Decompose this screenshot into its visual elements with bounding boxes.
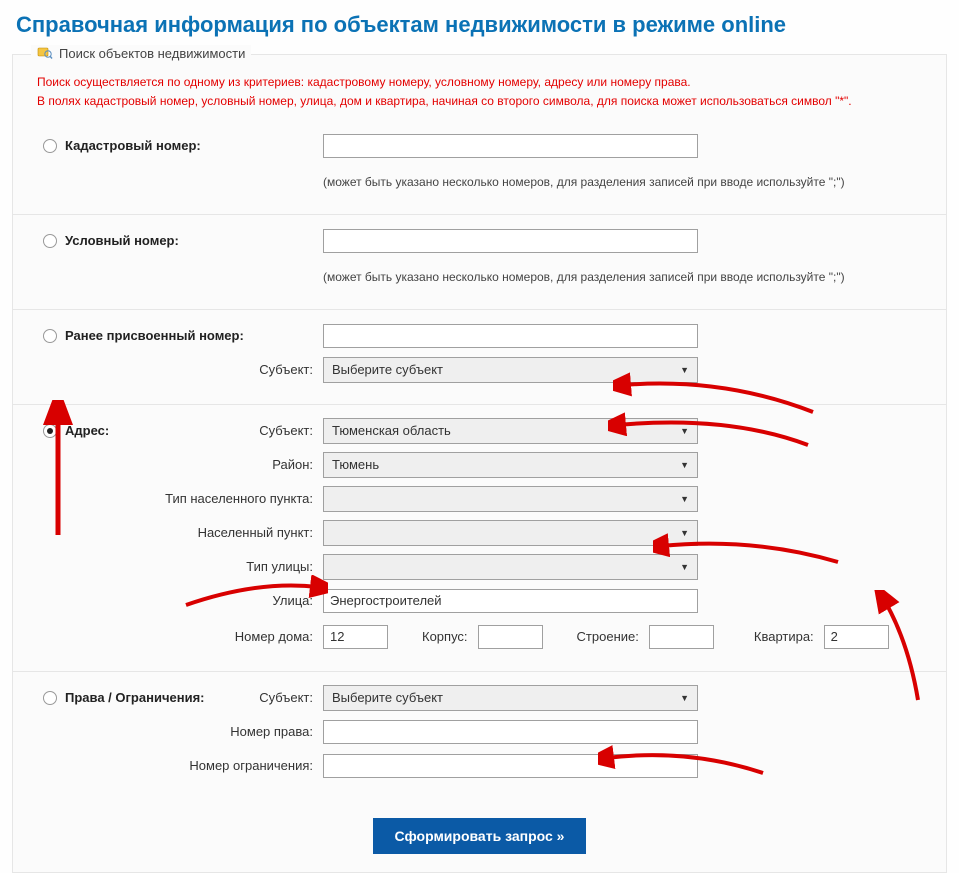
rights-limit-number-input[interactable]	[323, 754, 698, 778]
search-panel: Поиск объектов недвижимости Поиск осущес…	[12, 54, 947, 873]
address-settlement-select[interactable]	[323, 520, 698, 546]
conditional-label: Условный номер:	[65, 233, 179, 248]
rights-right-number-label: Номер права:	[230, 724, 313, 739]
address-apartment-input[interactable]	[824, 625, 889, 649]
address-house-label: Номер дома:	[235, 629, 313, 644]
address-district-select[interactable]: Тюмень	[323, 452, 698, 478]
cadastral-sublabel: (может быть указано несколько номеров, д…	[323, 175, 922, 189]
address-label: Адрес:	[65, 423, 109, 438]
conditional-sublabel: (может быть указано несколько номеров, д…	[323, 270, 922, 284]
submit-button[interactable]: Сформировать запрос »	[373, 818, 587, 854]
section-rights: Права / Ограничения: Субъект: Выберите с…	[13, 672, 946, 800]
address-building-input[interactable]	[649, 625, 714, 649]
rights-right-number-input[interactable]	[323, 720, 698, 744]
section-address: Адрес: Субъект: Тюменская область Район:…	[13, 405, 946, 672]
rights-label: Права / Ограничения:	[65, 690, 204, 705]
page-title: Справочная информация по объектам недвиж…	[0, 0, 959, 44]
address-street-label: Улица:	[272, 593, 313, 608]
address-building-label: Строение:	[577, 629, 639, 644]
address-district-label: Район:	[272, 457, 313, 472]
panel-legend-text: Поиск объектов недвижимости	[59, 46, 245, 61]
rights-subject-label: Субъект:	[259, 690, 313, 705]
radio-previous[interactable]	[43, 329, 57, 343]
section-cadastral: Кадастровый номер: (может быть указано н…	[13, 120, 946, 215]
search-icon	[37, 45, 53, 61]
radio-conditional[interactable]	[43, 234, 57, 248]
address-district-value: Тюмень	[332, 457, 379, 472]
address-corpus-input[interactable]	[478, 625, 543, 649]
address-street-type-label: Тип улицы:	[246, 559, 313, 574]
address-settlement-type-label: Тип населенного пункта:	[165, 491, 313, 506]
panel-legend: Поиск объектов недвижимости	[31, 45, 251, 61]
radio-cadastral[interactable]	[43, 139, 57, 153]
hint-line-2: В полях кадастровый номер, условный номе…	[37, 93, 922, 110]
address-subject-value: Тюменская область	[332, 423, 451, 438]
previous-subject-select[interactable]: Выберите субъект	[323, 357, 698, 383]
previous-label: Ранее присвоенный номер:	[65, 328, 244, 343]
radio-rights[interactable]	[43, 691, 57, 705]
address-corpus-label: Корпус:	[422, 629, 468, 644]
cadastral-input[interactable]	[323, 134, 698, 158]
address-street-input[interactable]	[323, 589, 698, 613]
rights-subject-value: Выберите субъект	[332, 690, 443, 705]
rights-limit-number-label: Номер ограничения:	[189, 758, 313, 773]
address-subject-label: Субъект:	[259, 423, 313, 438]
conditional-input[interactable]	[323, 229, 698, 253]
hint-line-1: Поиск осуществляется по одному из критер…	[37, 74, 922, 91]
address-settlement-type-select[interactable]	[323, 486, 698, 512]
address-apartment-label: Квартира:	[754, 629, 814, 644]
address-street-type-select[interactable]	[323, 554, 698, 580]
section-previous: Ранее присвоенный номер: Субъект: Выбери…	[13, 310, 946, 405]
address-house-input[interactable]	[323, 625, 388, 649]
previous-input[interactable]	[323, 324, 698, 348]
previous-subject-value: Выберите субъект	[332, 362, 443, 377]
address-subject-select[interactable]: Тюменская область	[323, 418, 698, 444]
radio-address[interactable]	[43, 424, 57, 438]
cadastral-label: Кадастровый номер:	[65, 138, 201, 153]
rights-subject-select[interactable]: Выберите субъект	[323, 685, 698, 711]
section-conditional: Условный номер: (может быть указано неск…	[13, 215, 946, 310]
address-settlement-label: Населенный пункт:	[198, 525, 313, 540]
previous-subject-label: Субъект:	[259, 362, 313, 377]
